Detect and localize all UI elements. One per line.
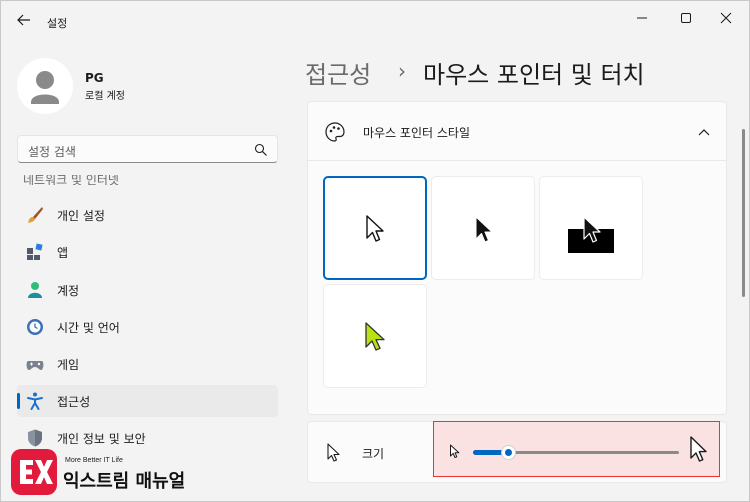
sidebar-item-label: 접근성 — [57, 395, 91, 409]
sidebar-item-accounts[interactable]: 계정 — [17, 274, 278, 306]
avatar[interactable] — [17, 58, 73, 114]
minimize-icon — [637, 17, 647, 19]
maximize-button[interactable] — [669, 7, 703, 29]
arrow-left-icon — [17, 14, 30, 26]
watermark-name: 익스트림 매뉴얼 — [63, 471, 186, 492]
sidebar-item-label: 시간 및 언어 — [57, 321, 120, 335]
pointer-style-expander[interactable]: 마우스 포인터 스타일 — [307, 101, 727, 161]
sidebar-item-label: 게임 — [57, 358, 80, 372]
user-silhouette-icon — [31, 71, 59, 104]
white-cursor-icon — [366, 215, 384, 242]
globe-clock-icon — [27, 319, 43, 335]
ex-logo-icon — [20, 460, 53, 484]
close-button[interactable] — [709, 7, 743, 29]
lime-cursor-icon — [365, 322, 385, 351]
maximize-icon — [681, 13, 691, 23]
sidebar-item-label: 앱 — [57, 246, 69, 260]
close-icon — [720, 12, 732, 24]
sidebar-item-label: 개인 설정 — [57, 209, 105, 223]
search-icon — [254, 143, 267, 156]
accessibility-icon — [27, 392, 43, 410]
profile-name: PG — [85, 71, 104, 85]
sidebar-item-gaming[interactable]: 게임 — [17, 348, 278, 380]
account-type: 로컬 계정 — [85, 91, 125, 102]
small-pointer-icon — [450, 444, 460, 458]
sidebar-item-apps[interactable]: 앱 — [17, 236, 278, 268]
apps-icon — [27, 243, 43, 260]
size-slider-highlight — [433, 421, 720, 477]
watermark-logo — [11, 449, 57, 495]
shield-icon — [28, 429, 42, 447]
gamepad-icon — [26, 361, 44, 370]
sidebar-item-label: 개인 정보 및 보안 — [57, 432, 146, 446]
watermark-tagline: More Better IT Life — [65, 457, 123, 464]
palette-icon — [325, 122, 345, 142]
scrollbar[interactable] — [742, 129, 745, 297]
settings-window: 설정 PG 로컬 계정 설정 검색 네트워크 및 인터넷 개인 설정 앱 계정 … — [0, 0, 750, 502]
size-slider-thumb[interactable] — [500, 445, 516, 460]
size-label: 크기 — [362, 447, 385, 461]
sidebar-item-label: 계정 — [57, 284, 80, 298]
breadcrumb-parent[interactable]: 접근성 — [305, 55, 371, 90]
black-cursor-icon — [475, 216, 493, 243]
inverted-cursor-icon — [568, 215, 614, 253]
back-button[interactable] — [11, 9, 37, 31]
page-title: 마우스 포인터 및 터치 — [423, 61, 645, 89]
pointer-style-black[interactable] — [431, 176, 535, 280]
sidebar-item-personalization[interactable]: 개인 설정 — [17, 199, 278, 231]
search-input[interactable]: 설정 검색 — [17, 135, 278, 163]
search-placeholder: 설정 검색 — [28, 145, 76, 159]
sidebar-item-accessibility[interactable]: 접근성 — [17, 385, 278, 417]
pointer-style-label: 마우스 포인터 스타일 — [363, 126, 470, 140]
sidebar-item-time-language[interactable]: 시간 및 언어 — [17, 311, 278, 343]
large-pointer-icon — [690, 436, 707, 462]
sidebar-item-label: 네트워크 및 인터넷 — [23, 175, 119, 185]
breadcrumb-separator: › — [398, 59, 406, 83]
pointer-style-custom[interactable] — [323, 284, 427, 388]
active-indicator — [17, 393, 20, 409]
chevron-up-icon — [698, 129, 710, 136]
person-icon — [28, 282, 42, 298]
sidebar-item-network-partial[interactable]: 네트워크 및 인터넷 — [23, 175, 183, 185]
title-bar: 설정 — [1, 1, 750, 37]
pointer-style-white[interactable] — [323, 176, 427, 280]
minimize-button[interactable] — [625, 7, 659, 29]
app-title: 설정 — [47, 17, 68, 30]
paintbrush-icon — [28, 207, 43, 223]
pointer-style-inverted[interactable] — [539, 176, 643, 280]
pointer-icon — [327, 443, 340, 462]
